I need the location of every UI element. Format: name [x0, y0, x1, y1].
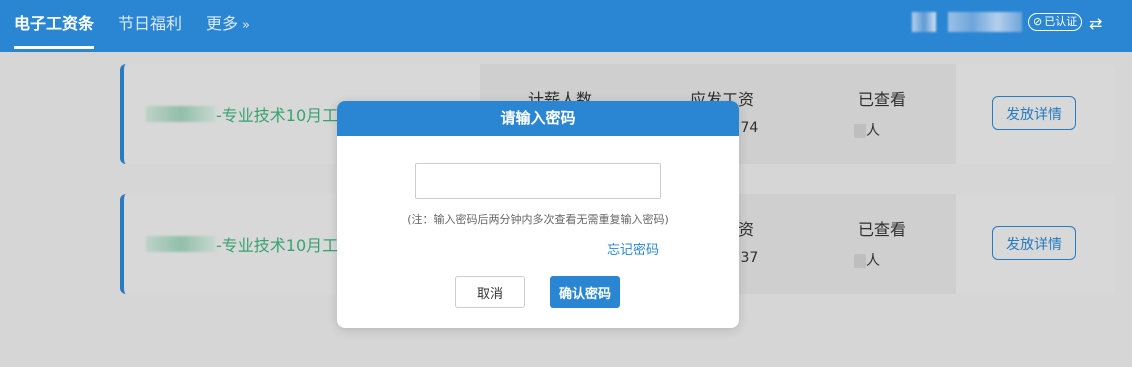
forgot-password-link[interactable]: 忘记密码	[607, 239, 659, 258]
top-nav-bar: 电子工资条 节日福利 更多» ⊘ 已认证 ⇄	[0, 0, 1132, 52]
double-chevron-right-icon: »	[242, 18, 250, 33]
tab-salary-slip[interactable]: 电子工资条	[14, 13, 94, 35]
avatar[interactable]	[912, 12, 936, 32]
dialog-title: 请输入密码	[337, 101, 739, 136]
password-note: (注：输入密码后两分钟内多次查看无需重复输入密码)	[407, 213, 669, 226]
confirm-password-button[interactable]: 确认密码	[550, 276, 620, 308]
user-name-redacted	[948, 12, 1022, 32]
password-dialog: 请输入密码 (注：输入密码后两分钟内多次查看无需重复输入密码) 忘记密码 取消 …	[337, 101, 739, 328]
tab-more-label: 更多	[206, 14, 239, 33]
tab-more[interactable]: 更多»	[206, 13, 250, 37]
password-input[interactable]	[415, 163, 661, 199]
switch-account-icon[interactable]: ⇄	[1089, 13, 1102, 35]
cancel-button[interactable]: 取消	[455, 276, 525, 308]
verified-badge-label: 已认证	[1044, 15, 1078, 28]
verified-badge: ⊘ 已认证	[1028, 13, 1083, 31]
check-circle-icon: ⊘	[1033, 15, 1043, 28]
active-tab-indicator	[14, 46, 94, 49]
tab-holiday-benefits[interactable]: 节日福利	[118, 13, 182, 35]
